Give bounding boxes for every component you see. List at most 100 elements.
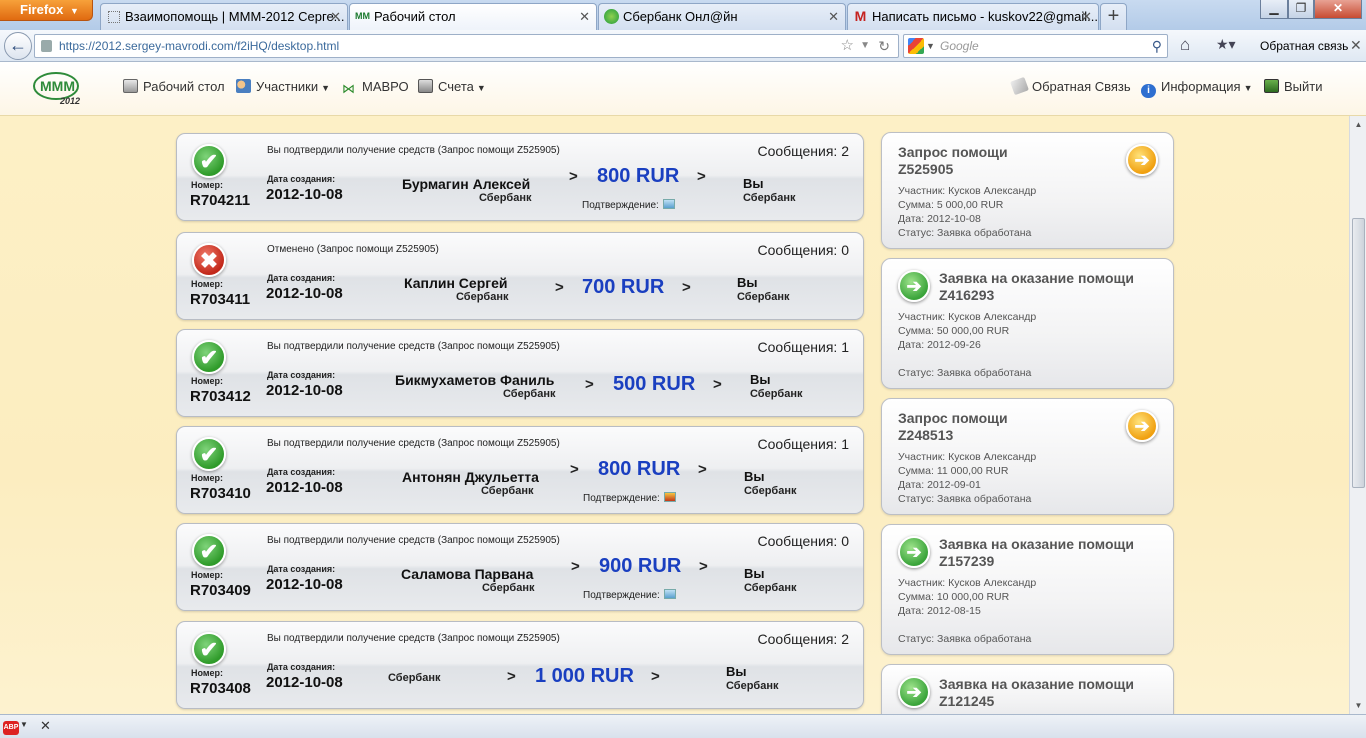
sender-name: Бикмухаметов Фаниль — [395, 372, 555, 388]
recipient-bank: Сбербанк — [737, 291, 790, 303]
menu-label: МАВРО — [362, 79, 409, 94]
mmm-logo[interactable]: MMM 2012 — [32, 70, 80, 106]
messages-count[interactable]: Сообщения: 2 — [757, 143, 849, 159]
help-offer-card[interactable]: ➔ Заявка на оказание помощи Z121245 — [881, 664, 1174, 714]
arrow-right-icon[interactable]: ➔ — [1126, 410, 1158, 442]
toolbar-close-icon[interactable]: ✕ — [1350, 37, 1362, 54]
direction-arrow: > — [585, 376, 594, 393]
messages-count[interactable]: Сообщения: 0 — [757, 242, 849, 258]
arrow-right-icon[interactable]: ➔ — [1126, 144, 1158, 176]
request-code: Z121245 — [939, 693, 995, 709]
confirmation-label: Подтверждение: — [582, 200, 659, 211]
menu-mavro[interactable]: ⋈ МАВРО — [342, 79, 409, 96]
adblock-dropdown-icon[interactable]: ▼ — [20, 720, 28, 729]
minimize-button[interactable]: ▁ — [1260, 0, 1288, 19]
created-date: 2012-10-08 — [266, 186, 343, 203]
bookmarks-menu-icon[interactable]: ★▾ — [1216, 36, 1236, 53]
request-title: Запрос помощи — [898, 410, 1008, 426]
menu-accounts[interactable]: Счета ▼ — [418, 79, 486, 94]
transaction-card[interactable]: ✔ Вы подтвердили получение средств (Запро… — [176, 621, 864, 709]
firefox-menu-button[interactable]: Firefox ▼ — [0, 0, 93, 21]
gmail-icon: M — [854, 8, 867, 24]
window-close-button[interactable]: ✕ — [1314, 0, 1362, 19]
tab-desktop[interactable]: MM Рабочий стол ✕ — [349, 3, 597, 31]
confirmation[interactable]: Подтверждение: — [582, 199, 675, 211]
photo-icon[interactable] — [663, 492, 676, 502]
menu-participants[interactable]: Участники ▼ — [236, 79, 330, 94]
transaction-card[interactable]: ✔ Вы подтвердили получение средств (Запро… — [176, 523, 864, 611]
tab-close-icon[interactable]: ✕ — [330, 4, 341, 29]
messages-count[interactable]: Сообщения: 2 — [757, 631, 849, 647]
transaction-number: R703411 — [190, 291, 251, 308]
adblock-icon[interactable]: ABP — [3, 721, 19, 735]
transaction-note: Вы подтвердили получение средств (Запрос… — [267, 341, 560, 352]
cancel-x-icon: ✖ — [192, 243, 226, 277]
tab-mmm-help[interactable]: Взаимопомощь | МММ-2012 Серге... ✕ — [100, 3, 348, 30]
transaction-card[interactable]: ✖ Отменено (Запрос помощи Z525905) Сообщен… — [176, 232, 864, 320]
recipient-bank: Сбербанк — [743, 192, 796, 204]
request-date: Дата: 2012-08-15 — [898, 605, 981, 617]
maximize-button[interactable]: ❐ — [1288, 0, 1314, 19]
tab-sberbank[interactable]: Сбербанк Онл@йн ✕ — [598, 3, 846, 30]
sender-name: Бурмагин Алексей — [402, 176, 531, 192]
tab-close-icon[interactable]: ✕ — [579, 4, 590, 29]
address-bar[interactable]: https://2012.sergey-mavrodi.com/f2iHQ/de… — [34, 34, 899, 58]
users-icon — [236, 79, 251, 93]
confirmation[interactable]: Подтверждение: — [583, 492, 676, 504]
recipient-bank: Сбербанк — [744, 582, 797, 594]
scrollbar-thumb[interactable] — [1352, 218, 1365, 488]
scroll-up-arrow-icon[interactable]: ▲ — [1350, 116, 1366, 133]
messages-count[interactable]: Сообщения: 1 — [757, 339, 849, 355]
search-icon[interactable]: ⚲ — [1152, 35, 1162, 57]
transaction-card[interactable]: ✔ Вы подтвердили получение средств (Запро… — [176, 329, 864, 417]
tab-gmail[interactable]: M Написать письмо - kuskov22@gmail... ✕ — [847, 3, 1099, 30]
image-icon[interactable] — [662, 199, 675, 209]
menu-logout[interactable]: Выйти — [1264, 79, 1323, 94]
transaction-card[interactable]: ✔ Вы подтвердили получение средств (Запро… — [176, 133, 864, 221]
url-text[interactable]: https://2012.sergey-mavrodi.com/f2iHQ/de… — [59, 39, 339, 53]
back-arrow-icon[interactable]: ← — [4, 32, 32, 60]
search-input[interactable]: ▼ Google ⚲ — [903, 34, 1168, 58]
bookmark-star-icon[interactable]: ☆ — [841, 35, 854, 57]
feedback-toolbar-button[interactable]: Обратная связь — [1260, 39, 1348, 53]
messages-count[interactable]: Сообщения: 0 — [757, 533, 849, 549]
history-dropdown-icon[interactable]: ▼ — [860, 35, 870, 57]
image-icon[interactable] — [663, 589, 676, 599]
sender-bank: Сбербанк — [456, 291, 509, 303]
transaction-number: R703410 — [190, 485, 251, 502]
menu-feedback[interactable]: Обратная Связь — [1010, 76, 1131, 96]
transaction-card[interactable]: ✔ Вы подтвердили получение средств (Запро… — [176, 426, 864, 514]
checkmark-icon: ✔ — [192, 437, 226, 471]
help-request-card[interactable]: Запрос помощи Z248513 ➔ Участник: Кусков Ал… — [881, 398, 1174, 515]
tab-close-icon[interactable]: ✕ — [1081, 4, 1092, 29]
chevron-down-icon: ▼ — [321, 83, 331, 93]
help-offer-card[interactable]: ➔ Заявка на оказание помощи Z157239 Участни… — [881, 524, 1174, 655]
messages-count[interactable]: Сообщения: 1 — [757, 436, 849, 452]
direction-arrow: > — [698, 461, 707, 478]
transaction-number: R703408 — [190, 680, 251, 697]
reload-icon[interactable]: ↻ — [878, 35, 890, 57]
tab-close-icon[interactable]: ✕ — [828, 4, 839, 29]
addon-bar-close-icon[interactable]: ✕ — [40, 718, 51, 734]
confirmation[interactable]: Подтверждение: — [583, 589, 676, 601]
help-request-card[interactable]: Запрос помощи Z525905 ➔ Участник: Кусков Ал… — [881, 132, 1174, 249]
recipient-bank: Сбербанк — [750, 388, 803, 400]
sender-bank: Сбербанк — [388, 672, 441, 684]
lock-icon — [41, 40, 52, 52]
request-date: Дата: 2012-10-08 — [898, 213, 981, 225]
vertical-scrollbar[interactable]: ▲ ▼ — [1349, 116, 1366, 714]
home-icon[interactable]: ⌂ — [1180, 35, 1190, 55]
arrow-right-icon[interactable]: ➔ — [898, 270, 930, 302]
scroll-down-arrow-icon[interactable]: ▼ — [1350, 697, 1366, 714]
search-engine-dropdown-icon[interactable]: ▼ — [926, 35, 935, 57]
menu-info[interactable]: i Информация ▼ — [1141, 79, 1253, 98]
request-participant: Участник: Кусков Александр — [898, 185, 1037, 197]
new-tab-button[interactable]: + — [1100, 3, 1127, 30]
sender-bank: Сбербанк — [481, 485, 534, 497]
direction-arrow: > — [569, 168, 578, 185]
help-offer-card[interactable]: ➔ Заявка на оказание помощи Z416293 Участни… — [881, 258, 1174, 389]
svg-text:MMM: MMM — [40, 78, 75, 94]
arrow-right-icon[interactable]: ➔ — [898, 536, 930, 568]
menu-desktop[interactable]: Рабочий стол — [123, 79, 225, 94]
arrow-right-icon[interactable]: ➔ — [898, 676, 930, 708]
